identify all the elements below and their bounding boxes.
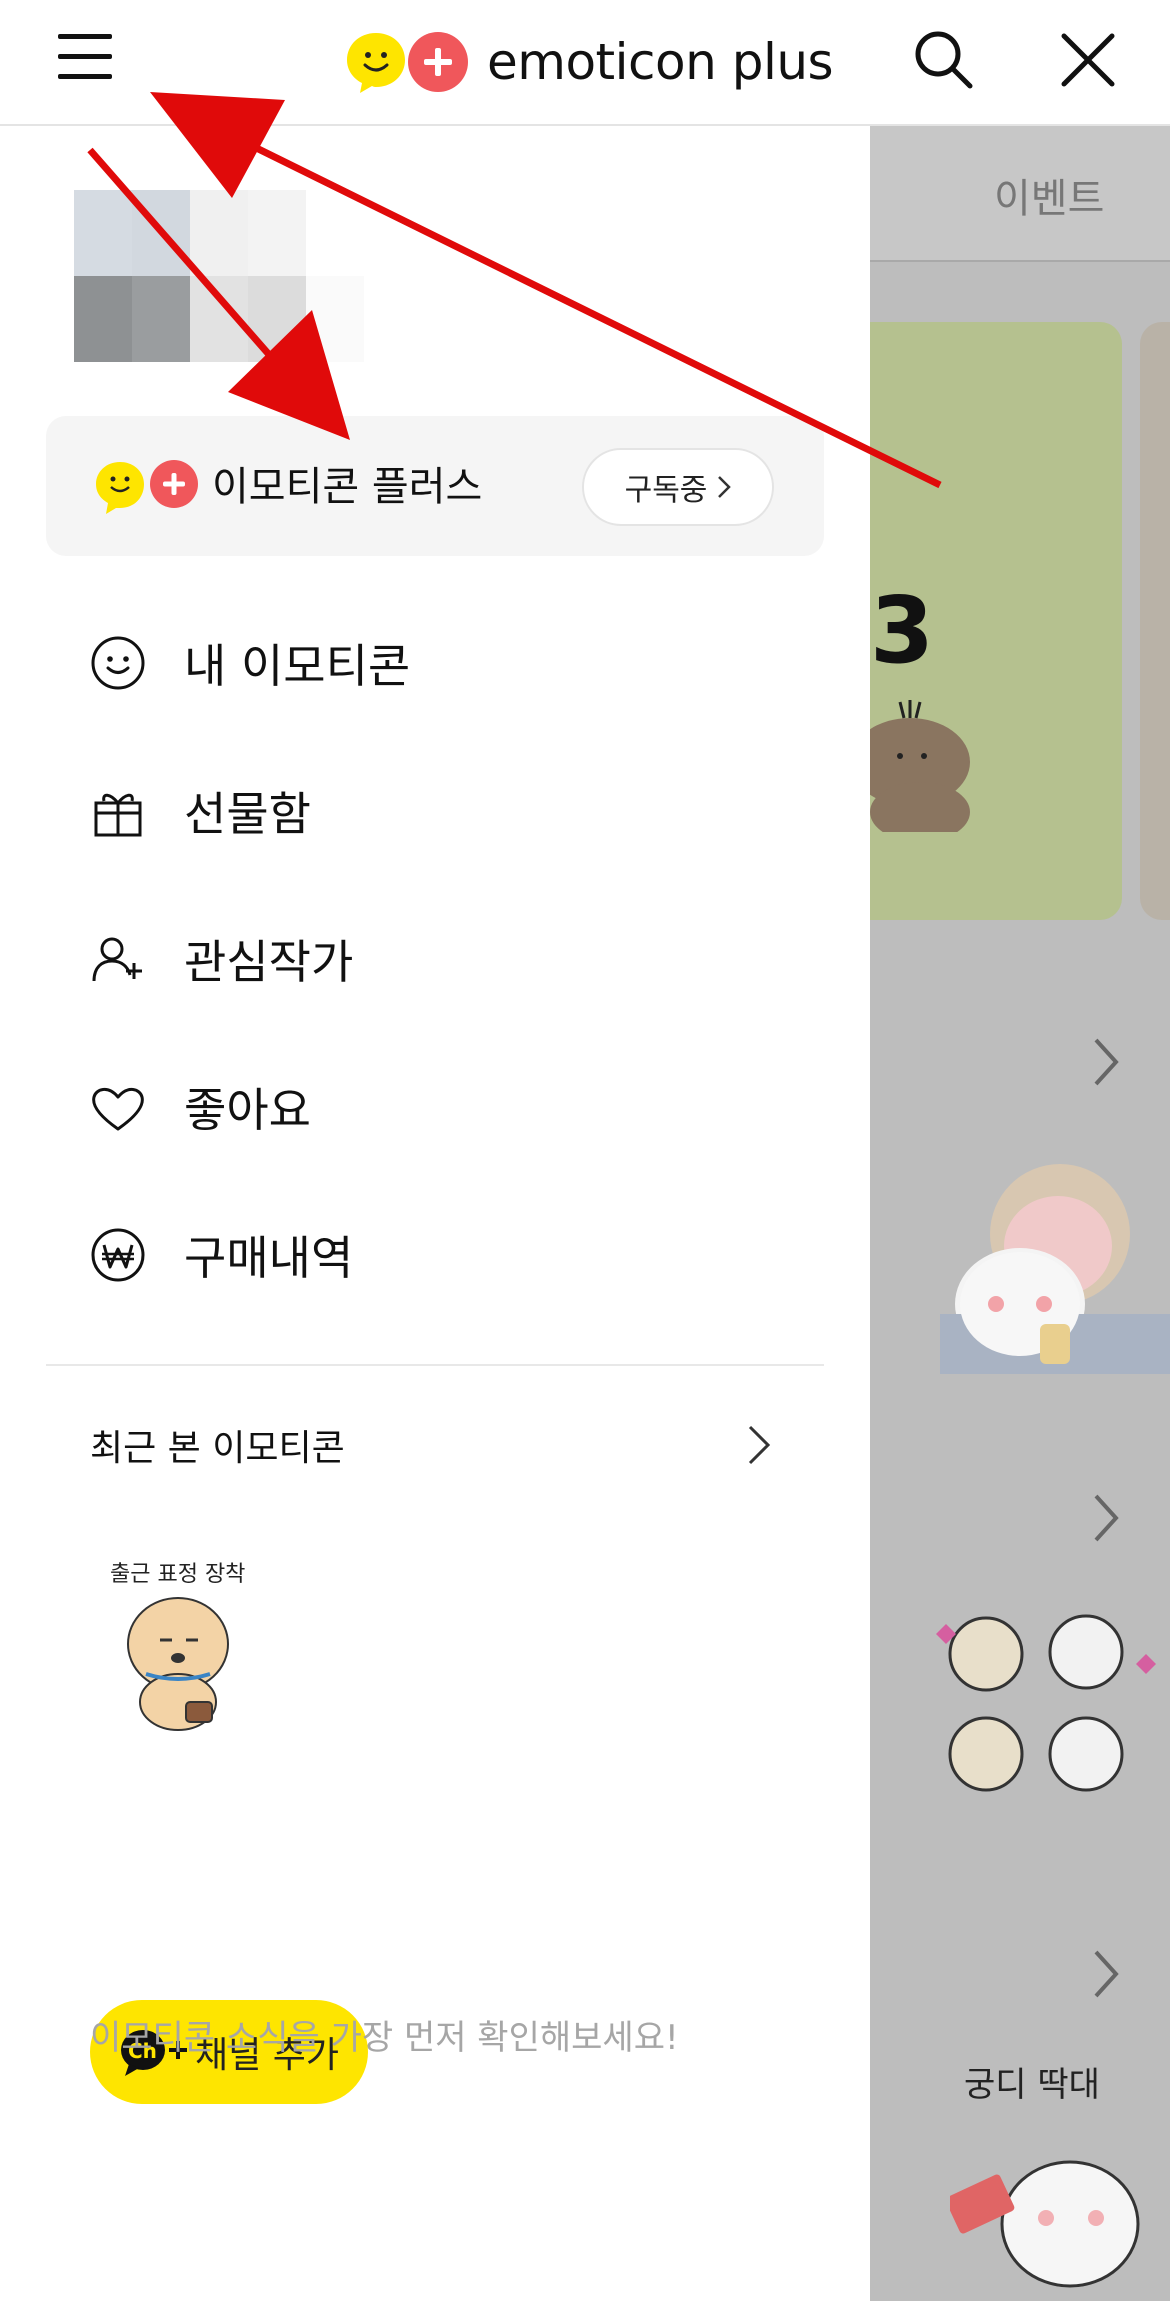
chevron-right-icon[interactable]	[1086, 1488, 1126, 1548]
background-tab-event: 이벤트	[994, 176, 1105, 222]
menu-item-my-emoticons[interactable]: 내 이모티콘	[46, 608, 824, 718]
won-currency-icon	[91, 1228, 145, 1282]
smiley-icon	[91, 636, 145, 690]
banner-number: 3	[870, 577, 935, 684]
menu-item-likes[interactable]: 좋아요	[46, 1052, 824, 1162]
menu-item-gift-box[interactable]: 선물함	[46, 756, 824, 866]
svg-text:궁디 딱대: 궁디 딱대	[964, 2065, 1100, 2105]
background-page-overlay[interactable]: 이벤트 3 궁디 딱대	[870, 124, 1170, 2301]
emoticon-plus-logo[interactable]: emoticon plus	[343, 22, 834, 102]
add-person-icon	[92, 937, 142, 982]
channel-notice-text: 이모티콘 소식을 가장 먼저 확인해보세요!	[90, 2018, 679, 2058]
recent-emoticons-header[interactable]: 최근 본 이모티콘	[46, 1400, 824, 1490]
section-divider	[46, 1364, 824, 1366]
chevron-right-icon[interactable]	[1086, 1032, 1126, 1092]
menu-label: 관심작가	[184, 935, 354, 989]
subscription-status-button[interactable]: 구독중	[582, 448, 774, 526]
emoticon-plus-badge-icon	[96, 460, 198, 514]
close-icon[interactable]	[1058, 30, 1118, 90]
background-banner-card: 3	[870, 322, 1122, 920]
menu-item-favorite-artists[interactable]: 관심작가	[46, 904, 824, 1014]
chevron-right-icon	[718, 476, 732, 498]
search-icon[interactable]	[912, 28, 974, 90]
recent-emoticons-title: 최근 본 이모티콘	[90, 1428, 345, 1469]
profile-avatar-pixelated[interactable]	[74, 190, 420, 362]
rabbit-sticker-image: 궁디 딱대	[950, 2065, 1140, 2288]
background-banner-card-2	[1140, 322, 1170, 920]
bear-sticker-group-image	[936, 1614, 1156, 1792]
smiley-face-logo-icon	[347, 33, 405, 93]
plus-logo-icon	[408, 32, 468, 92]
seal-sticker-image	[940, 1164, 1170, 1374]
background-tab-bar: 이벤트	[870, 124, 1170, 262]
emoticon-plus-title: 이모티콘 플러스	[212, 464, 483, 510]
heart-icon	[92, 1088, 144, 1131]
chevron-right-icon	[748, 1425, 771, 1465]
top-bar: emoticon plus	[0, 0, 1170, 126]
recent-emoticon-thumbnail[interactable]: 출근 표정 장착	[96, 1544, 266, 1734]
chevron-right-icon[interactable]	[1086, 1944, 1126, 2004]
menu-item-purchase-history[interactable]: 구매내역	[46, 1200, 824, 1310]
menu-label: 내 이모티콘	[184, 639, 411, 693]
gift-icon	[94, 793, 142, 837]
hamburger-menu-icon[interactable]	[58, 34, 112, 82]
subscription-status-label: 구독중	[624, 473, 708, 508]
side-drawer: 이모티콘 플러스 구독중 내 이모티콘 선물함 관심작가 좋아요 구매내역 최근…	[0, 124, 870, 2301]
emoticon-plus-card[interactable]: 이모티콘 플러스 구독중	[46, 416, 824, 556]
menu-label: 구매내역	[184, 1231, 354, 1285]
menu-label: 좋아요	[184, 1083, 311, 1137]
dog-sticker-image	[127, 1597, 229, 1731]
thumbnail-caption: 출근 표정 장착	[110, 1562, 246, 1587]
menu-label: 선물함	[184, 787, 311, 841]
capybara-sticker-image	[870, 700, 970, 832]
logo-text: emoticon plus	[487, 33, 834, 91]
